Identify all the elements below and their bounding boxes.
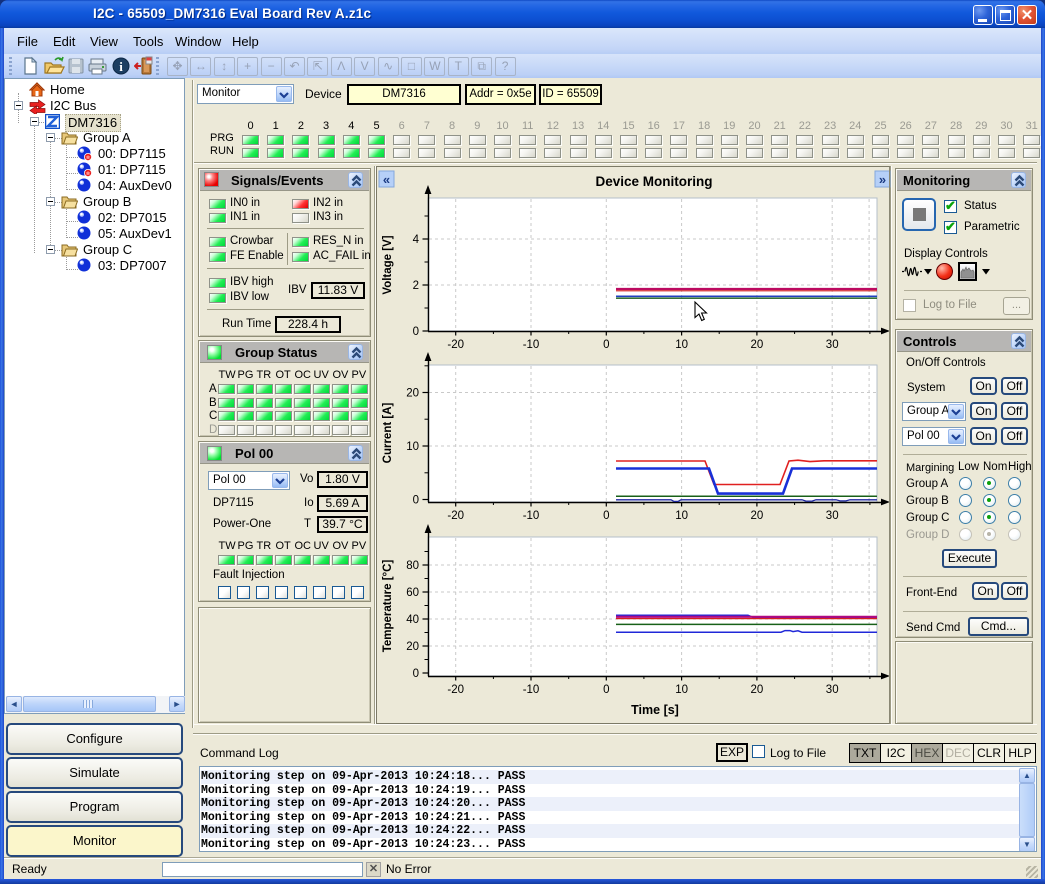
svg-text:0: 0 xyxy=(413,668,419,680)
svg-text:Current [A]: Current [A] xyxy=(382,402,394,463)
svg-text:«: « xyxy=(383,172,390,187)
svg-text:10: 10 xyxy=(406,441,419,453)
svg-text:-20: -20 xyxy=(447,684,464,696)
svg-text:-20: -20 xyxy=(447,339,464,351)
svg-text:40: 40 xyxy=(406,614,419,626)
svg-text:4: 4 xyxy=(413,234,420,246)
svg-text:20: 20 xyxy=(751,510,764,522)
svg-text:20: 20 xyxy=(406,388,419,400)
svg-text:20: 20 xyxy=(406,641,419,653)
svg-text:-20: -20 xyxy=(447,510,464,522)
svg-text:0: 0 xyxy=(603,510,609,522)
svg-text:30: 30 xyxy=(826,339,839,351)
svg-text:20: 20 xyxy=(751,684,764,696)
svg-text:-10: -10 xyxy=(523,339,540,351)
svg-text:0: 0 xyxy=(413,326,419,338)
svg-text:-10: -10 xyxy=(523,684,540,696)
svg-text:10: 10 xyxy=(675,339,688,351)
svg-text:30: 30 xyxy=(826,510,839,522)
svg-text:20: 20 xyxy=(751,339,764,351)
svg-text:2: 2 xyxy=(413,280,419,292)
svg-text:0: 0 xyxy=(413,495,419,507)
svg-text:10: 10 xyxy=(675,510,688,522)
svg-text:Device Monitoring: Device Monitoring xyxy=(595,174,712,189)
svg-text:60: 60 xyxy=(406,587,419,599)
svg-text:0: 0 xyxy=(603,684,609,696)
svg-text:»: » xyxy=(879,172,886,187)
svg-text:Temperature [°C]: Temperature [°C] xyxy=(382,560,394,653)
svg-text:10: 10 xyxy=(675,684,688,696)
svg-text:Voltage [V]: Voltage [V] xyxy=(382,235,394,294)
svg-text:0: 0 xyxy=(603,339,609,351)
svg-text:80: 80 xyxy=(406,560,419,572)
svg-text:-10: -10 xyxy=(523,510,540,522)
svg-text:30: 30 xyxy=(826,684,839,696)
svg-text:i: i xyxy=(119,59,123,74)
svg-text:Time [s]: Time [s] xyxy=(631,703,679,717)
